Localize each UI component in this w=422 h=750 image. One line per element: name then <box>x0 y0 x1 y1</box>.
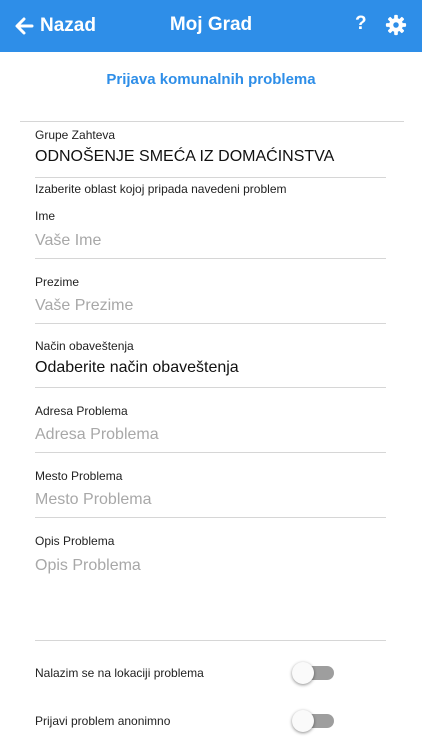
place-label: Mesto Problema <box>35 469 123 483</box>
anonymous-toggle[interactable] <box>292 710 334 732</box>
last-name-input[interactable]: Vaše Prezime <box>35 297 133 315</box>
divider <box>35 177 386 178</box>
page-title: Prijava komunalnih problema <box>106 71 316 88</box>
address-input[interactable]: Adresa Problema <box>35 426 159 444</box>
at-location-label: Nalazim se na lokaciji problema <box>35 666 204 680</box>
description-label: Opis Problema <box>35 534 115 548</box>
group-label: Grupe Zahteva <box>35 128 116 142</box>
divider <box>35 517 386 518</box>
toggle-knob <box>292 710 314 732</box>
gear-icon[interactable] <box>385 14 407 36</box>
notification-label: Način obaveštenja <box>35 339 134 353</box>
first-name-input[interactable]: Vaše Ime <box>35 232 101 250</box>
app-header: Nazad Moj Grad ? <box>0 0 422 52</box>
help-button[interactable]: ? <box>355 13 367 35</box>
place-input[interactable]: Mesto Problema <box>35 491 152 509</box>
first-name-label: Ime <box>35 209 56 223</box>
area-hint: Izaberite oblast kojoj pripada navedeni … <box>35 182 287 196</box>
divider <box>35 323 386 324</box>
notification-select[interactable]: Odaberite način obaveštenja <box>35 359 239 377</box>
divider <box>35 387 386 388</box>
group-select[interactable]: ODNOŠENJE SMEĆA IZ DOMAĆINSTVA <box>35 148 334 166</box>
divider <box>35 452 386 453</box>
divider <box>35 640 386 641</box>
toggle-knob <box>292 662 314 684</box>
anonymous-label: Prijavi problem anonimno <box>35 714 171 728</box>
divider <box>35 258 386 259</box>
address-label: Adresa Problema <box>35 404 128 418</box>
divider <box>20 121 404 122</box>
at-location-toggle[interactable] <box>292 662 334 684</box>
description-textarea[interactable]: Opis Problema <box>35 557 386 637</box>
last-name-label: Prezime <box>35 275 80 289</box>
